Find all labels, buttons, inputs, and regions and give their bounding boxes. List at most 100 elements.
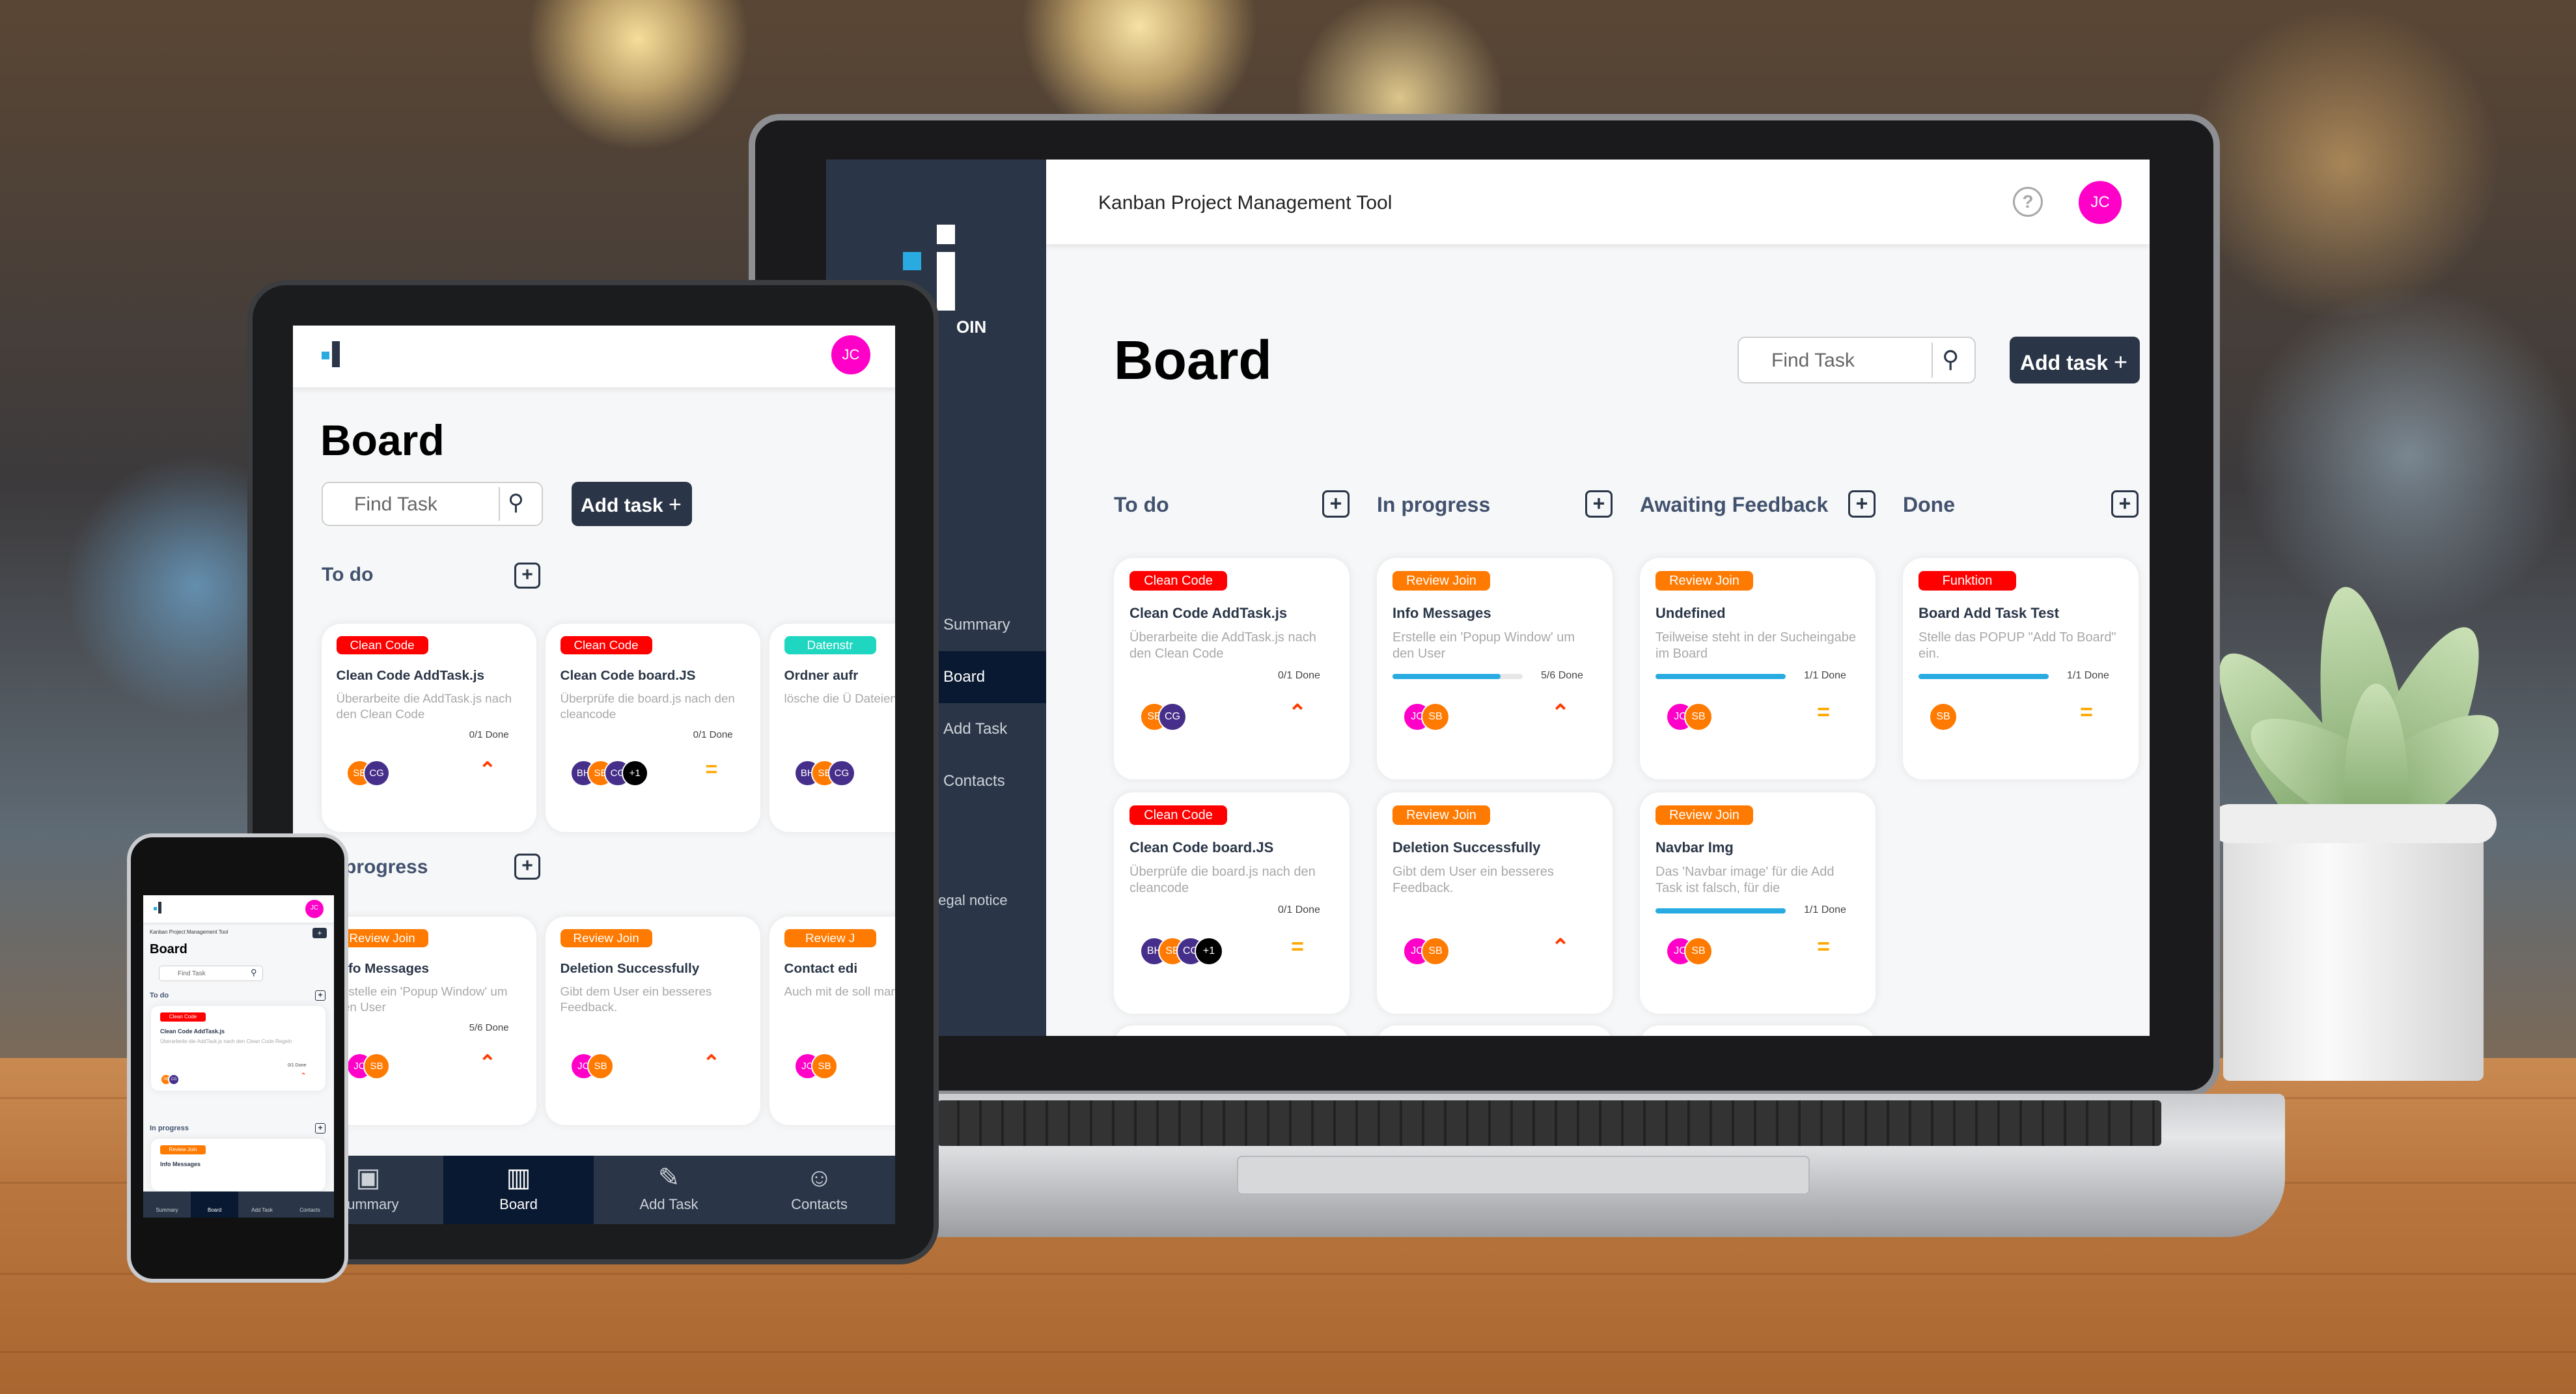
phone-nav-contacts[interactable]: Contacts xyxy=(286,1192,334,1218)
card-tag: Review Join xyxy=(1655,805,1753,825)
card-description: Erstelle ein 'Popup Window' um den User xyxy=(336,984,508,1014)
add-awaiting-plus-icon[interactable]: + xyxy=(1848,490,1876,518)
add-in-progress-plus-icon[interactable]: + xyxy=(1585,490,1613,518)
phone-task-card[interactable]: Clean Code Clean Code AddTask.js Überarb… xyxy=(151,1006,325,1091)
progress-fill xyxy=(1655,908,1786,913)
card-description: Gibt dem User ein besseres Feedback. xyxy=(560,984,712,1014)
tablet-user-avatar[interactable]: JC xyxy=(829,333,872,376)
card-progress-text: 0/1 Done xyxy=(1278,904,1320,915)
card-title: Clean Code AddTask.js xyxy=(1129,605,1288,621)
phone-screen: JC Kanban Project Management Tool + Boar… xyxy=(143,895,334,1218)
card-tag: Review Join xyxy=(336,928,428,947)
phone-column-in-progress: In progress xyxy=(150,1124,189,1132)
phone-card-description: Überarbeite die AddTask.js nach den Clea… xyxy=(160,1039,292,1044)
laptop-task-card[interactable]: Review Join Deletion Successfully Gibt dem… xyxy=(1377,792,1613,1014)
progress-fill xyxy=(1655,674,1786,679)
laptop-task-card-partial[interactable] xyxy=(1377,1025,1613,1036)
card-progress-text: 0/1 Done xyxy=(693,729,733,740)
assignee-avatar: SB xyxy=(810,1052,838,1080)
card-title: Info Messages xyxy=(336,960,429,976)
add-todo-plus-icon[interactable]: + xyxy=(1322,490,1350,518)
column-title-in-progress: In progress xyxy=(1377,493,1491,516)
card-progress-text: 1/1 Done xyxy=(1804,670,1846,681)
tablet-search-input[interactable]: Find Task ⚲ xyxy=(322,482,543,526)
tablet-task-card[interactable]: Review Join Deletion Successfully Gibt dem… xyxy=(546,917,760,1125)
card-progress-text: 0/1 Done xyxy=(1278,670,1320,681)
phone-card-progress-text: 0/1 Done xyxy=(288,1063,307,1068)
priority-urgent-icon: ⌃ xyxy=(301,1072,307,1080)
card-title: Deletion Successfully xyxy=(560,960,700,976)
phone-add-task-button[interactable]: + xyxy=(312,928,327,938)
card-progress-text: 5/6 Done xyxy=(1541,670,1583,681)
card-title: Clean Code board.JS xyxy=(1129,839,1274,856)
card-tag: Clean Code xyxy=(336,635,428,654)
card-title: Deletion Successfully xyxy=(1392,839,1541,856)
tablet-task-card[interactable]: Review J Contact edi Auch mit de soll man … xyxy=(769,917,895,1125)
phone-app-title: Kanban Project Management Tool xyxy=(150,929,229,935)
tablet-task-card[interactable]: Clean Code Clean Code AddTask.js Überarbei… xyxy=(322,624,536,832)
card-description: Das 'Navbar image' für die Add Task ist … xyxy=(1655,865,1835,895)
add-done-plus-icon[interactable]: + xyxy=(2111,490,2139,518)
card-tag: Funktion xyxy=(1918,571,2016,591)
laptop-task-card[interactable]: Funktion Board Add Task Test Stelle das PO… xyxy=(1903,558,2139,779)
priority-medium-icon: = xyxy=(1817,700,1830,725)
tablet-add-in-progress-plus-icon[interactable]: + xyxy=(514,854,540,880)
priority-medium-icon: = xyxy=(1817,934,1830,959)
laptop-task-card-partial[interactable] xyxy=(1114,1025,1350,1036)
laptop-task-card-partial[interactable] xyxy=(1640,1025,1876,1036)
phone-user-avatar[interactable]: JC xyxy=(305,899,324,919)
assignee-avatar: SB xyxy=(1684,703,1713,731)
top-bar: Kanban Project Management Tool ? JC xyxy=(1046,160,2150,244)
phone-add-in-progress-plus-icon[interactable]: + xyxy=(315,1123,325,1134)
progress-bar xyxy=(1392,674,1523,679)
assignee-avatar: CG xyxy=(828,759,855,787)
card-description: Erstelle ein 'Popup Window' um den User xyxy=(1392,630,1575,661)
search-icon[interactable]: ⚲ xyxy=(1942,346,1959,373)
user-avatar[interactable]: JC xyxy=(2077,179,2124,226)
phone-add-todo-plus-icon[interactable]: + xyxy=(315,990,325,1001)
phone-search-icon[interactable]: ⚲ xyxy=(251,968,257,978)
card-tag: Clean Code xyxy=(560,635,652,654)
tablet-add-todo-plus-icon[interactable]: + xyxy=(514,563,540,589)
phone-column-todo: To do xyxy=(150,992,169,999)
laptop-task-card[interactable]: Review Join Undefined Teilweise steht in d… xyxy=(1640,558,1876,779)
assignee-avatar: SB xyxy=(587,1052,615,1080)
avatar: CG xyxy=(168,1074,180,1085)
tablet-task-card[interactable]: Review Join Info Messages Erstelle ein 'Po… xyxy=(322,917,536,1125)
tablet-task-card[interactable]: Clean Code Clean Code board.JS Überprüfe d… xyxy=(546,624,760,832)
laptop-task-card[interactable]: Review Join Navbar Img Das 'Navbar image' … xyxy=(1640,792,1876,1014)
assignee-avatar: SB xyxy=(1684,937,1713,966)
card-tag: Review Join xyxy=(1392,805,1490,825)
add-task-button[interactable]: Add task + xyxy=(2010,337,2140,383)
card-progress-text: 1/1 Done xyxy=(1804,904,1846,915)
phone-nav-summary[interactable]: Summary xyxy=(143,1192,191,1218)
tablet-task-card[interactable]: Datenstr Ordner aufr lösche die Ü Dateien … xyxy=(769,624,895,832)
card-progress-text: 0/1 Done xyxy=(469,729,509,740)
phone-search-input[interactable]: Find Task ⚲ xyxy=(159,966,263,981)
laptop-task-card[interactable]: Clean Code Clean Code AddTask.js Überarbei… xyxy=(1114,558,1350,779)
legal-notice-link[interactable]: Legal notice xyxy=(930,892,1008,909)
phone-task-card[interactable]: Review Join Info Messages xyxy=(151,1139,325,1191)
tablet-nav-board[interactable]: ▥ Board xyxy=(443,1156,594,1224)
card-title: Info Messages xyxy=(1392,605,1491,621)
card-description: Überarbeite die AddTask.js nach den Clea… xyxy=(1129,630,1316,661)
phone-nav-add-task[interactable]: Add Task xyxy=(238,1192,286,1218)
help-icon[interactable]: ? xyxy=(2013,187,2043,217)
contacts-icon: ☺ xyxy=(806,1164,833,1192)
assignee-avatar: +1 xyxy=(621,759,648,787)
laptop-keyboard xyxy=(937,1100,2161,1146)
phone-nav-board[interactable]: Board xyxy=(191,1192,238,1218)
app-title: Kanban Project Management Tool xyxy=(1098,192,1392,214)
laptop-task-card[interactable]: Clean Code Clean Code board.JS Überprüfe d… xyxy=(1114,792,1350,1014)
card-progress-text: 5/6 Done xyxy=(469,1022,509,1033)
search-input[interactable]: Find Task ⚲ xyxy=(1738,337,1976,383)
tablet-add-task-button[interactable]: Add task + xyxy=(572,482,692,526)
card-title: Board Add Task Test xyxy=(1918,605,2059,621)
tablet-nav-contacts[interactable]: ☺ Contacts xyxy=(744,1156,894,1224)
tablet-column-todo: To do xyxy=(322,564,374,585)
tablet-nav-add-task[interactable]: ✎ Add Task xyxy=(594,1156,744,1224)
progress-bar xyxy=(1655,674,1786,679)
tablet-search-icon[interactable]: ⚲ xyxy=(508,490,524,516)
laptop-task-card[interactable]: Review Join Info Messages Erstelle ein 'Po… xyxy=(1377,558,1613,779)
card-title: Clean Code board.JS xyxy=(560,667,696,683)
